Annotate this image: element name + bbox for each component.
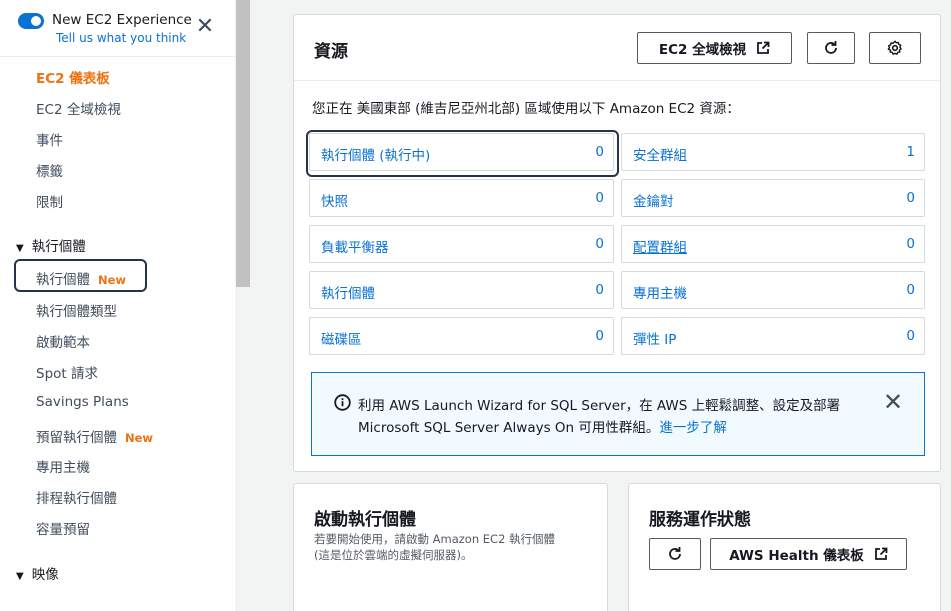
- sidebar-section-label: 映像: [31, 567, 59, 583]
- resource-count: 0: [906, 282, 915, 298]
- divider: [294, 80, 940, 81]
- learn-more-link[interactable]: 進一步了解: [659, 420, 727, 436]
- settings-button[interactable]: [869, 32, 921, 64]
- sidebar-section-instances[interactable]: ▼ 執行個體: [16, 235, 86, 255]
- aws-health-dashboard-button[interactable]: AWS Health 儀表板: [710, 538, 907, 570]
- sidebar-item-instance-types[interactable]: 執行個體類型: [36, 300, 117, 320]
- sidebar-item-label: 預留執行個體: [36, 430, 117, 446]
- refresh-icon: [667, 546, 683, 562]
- sidebar-item-dedicated-hosts[interactable]: 專用主機: [36, 456, 90, 476]
- external-link-icon: [756, 41, 770, 55]
- sidebar-scrollbar-thumb[interactable]: [236, 0, 250, 287]
- resource-card-elastic-ips[interactable]: 彈性 IP 0: [621, 317, 925, 355]
- launch-wizard-info-alert: 利用 AWS Launch Wizard for SQL Server，在 AW…: [311, 372, 925, 456]
- resource-label: 執行個體: [321, 286, 375, 302]
- resource-count: 0: [906, 328, 915, 344]
- aws-health-dashboard-label: AWS Health 儀表板: [729, 548, 864, 564]
- divider: [0, 56, 235, 57]
- new-badge: New: [125, 431, 154, 445]
- sidebar-item-tags[interactable]: 標籤: [36, 160, 63, 180]
- resource-count: 1: [906, 144, 915, 160]
- sidebar-item-global-view[interactable]: EC2 全域檢視: [36, 98, 121, 118]
- resources-title: 資源: [314, 42, 348, 62]
- resource-count: 0: [595, 190, 604, 206]
- info-text-line1: 利用 AWS Launch Wizard for SQL Server，在 AW…: [358, 398, 841, 414]
- info-text-line2: Microsoft SQL Server Always On 可用性群組。進一步…: [358, 416, 727, 436]
- resource-label: 磁碟區: [321, 332, 362, 348]
- sidebar-section-label: 執行個體: [31, 239, 86, 255]
- resource-label: 配置群組: [633, 240, 687, 256]
- launch-desc-line1: 若要開始使用，請啟動 Amazon EC2 執行個體: [314, 532, 556, 546]
- resource-count: 0: [906, 190, 915, 206]
- sidebar-item-launch-templates[interactable]: 啟動範本: [36, 331, 90, 351]
- sidebar-item-ec2-dashboard[interactable]: EC2 儀表板: [36, 67, 110, 87]
- refresh-button[interactable]: [807, 32, 855, 64]
- global-view-button[interactable]: EC2 全域檢視: [637, 32, 792, 64]
- caret-down-icon: ▼: [16, 571, 24, 582]
- resource-count: 0: [595, 328, 604, 344]
- sidebar-item-reserved-instances[interactable]: 預留執行個體 New: [36, 426, 153, 446]
- sidebar-item-events[interactable]: 事件: [36, 129, 63, 149]
- resource-label: 安全群組: [633, 148, 687, 164]
- global-view-button-label: EC2 全域檢視: [658, 42, 747, 58]
- sidebar: New EC2 Experience Tell us what you thin…: [0, 0, 235, 611]
- sidebar-item-scheduled-instances[interactable]: 排程執行個體: [36, 487, 117, 507]
- resource-card-load-balancers[interactable]: 負載平衡器 0: [309, 225, 614, 263]
- resource-count: 0: [595, 236, 604, 252]
- resource-card-snapshots[interactable]: 快照 0: [309, 179, 614, 217]
- service-health-title: 服務運作狀態: [649, 510, 751, 530]
- region-note: 您正在 美國東部 (維吉尼亞州北部) 區域使用以下 Amazon EC2 資源：: [312, 101, 740, 117]
- gear-icon: [887, 40, 903, 56]
- caret-down-icon: ▼: [16, 243, 24, 254]
- close-icon[interactable]: ✕: [195, 16, 215, 38]
- resource-label: 金鑰對: [633, 194, 674, 210]
- resource-label: 專用主機: [633, 286, 687, 302]
- resource-card-instances[interactable]: 執行個體 0: [309, 271, 614, 309]
- resource-card-dedicated-hosts[interactable]: 專用主機 0: [621, 271, 925, 309]
- sidebar-item-savings-plans[interactable]: Savings Plans: [36, 394, 129, 410]
- resource-card-key-pairs[interactable]: 金鑰對 0: [621, 179, 925, 217]
- launch-desc-line2: (這是位於雲端的虛擬伺服器)。: [314, 548, 473, 562]
- sidebar-item-spot-requests[interactable]: Spot 請求: [36, 362, 98, 382]
- refresh-icon: [823, 40, 839, 56]
- info-icon: [334, 394, 351, 411]
- resource-card-volumes[interactable]: 磁碟區 0: [309, 317, 614, 355]
- sidebar-item-limits[interactable]: 限制: [36, 191, 63, 211]
- sidebar-section-images[interactable]: ▼ 映像: [16, 563, 59, 583]
- resource-card-security-groups[interactable]: 安全群組 1: [621, 133, 925, 171]
- external-link-icon: [874, 547, 888, 561]
- instances-highlight-box: [14, 259, 147, 292]
- launch-instance-description: 若要開始使用，請啟動 Amazon EC2 執行個體 (這是位於雲端的虛擬伺服器…: [314, 531, 555, 563]
- new-experience-toggle[interactable]: [18, 13, 44, 29]
- running-instances-highlight-box: [306, 130, 619, 177]
- resource-count: 0: [906, 236, 915, 252]
- sidebar-item-capacity-reservations[interactable]: 容量預留: [36, 518, 90, 538]
- launch-instance-title: 啟動執行個體: [314, 510, 416, 530]
- close-icon[interactable]: ✕: [883, 390, 903, 414]
- new-experience-title: New EC2 Experience: [52, 12, 192, 28]
- service-health-refresh-button[interactable]: [649, 538, 701, 570]
- resource-card-placement-groups[interactable]: 配置群組 0: [621, 225, 925, 263]
- resource-count: 0: [595, 282, 604, 298]
- resource-label: 負載平衡器: [321, 240, 389, 256]
- resource-label: 快照: [321, 194, 348, 210]
- info-text: Microsoft SQL Server Always On 可用性群組。: [358, 420, 660, 436]
- feedback-link[interactable]: Tell us what you think: [56, 31, 186, 45]
- resource-label: 彈性 IP: [633, 332, 677, 348]
